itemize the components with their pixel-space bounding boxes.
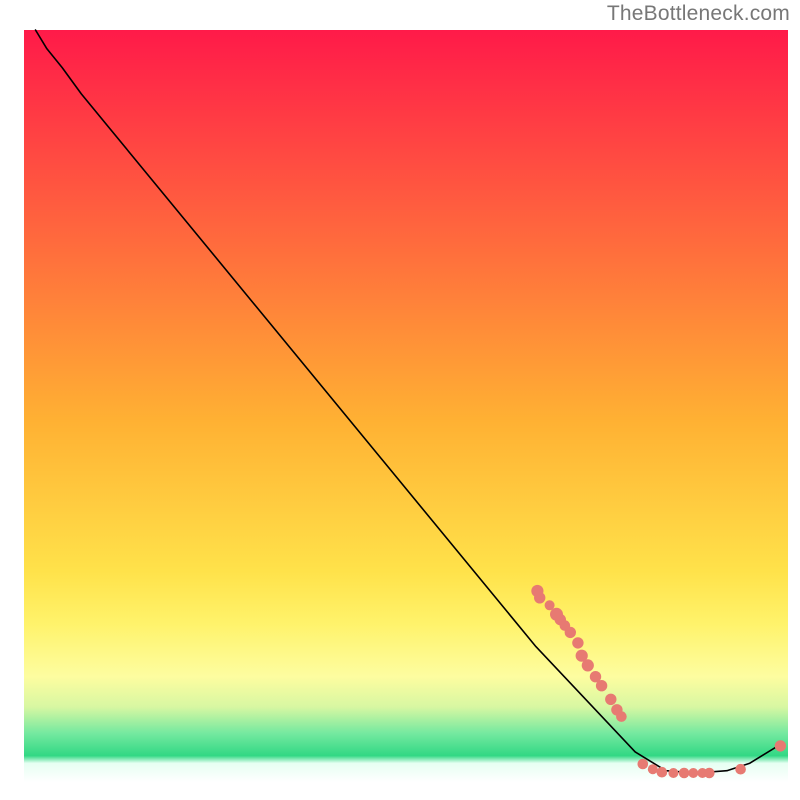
chart-container: TheBottleneck.com [0,0,800,800]
chart-svg [0,0,800,800]
